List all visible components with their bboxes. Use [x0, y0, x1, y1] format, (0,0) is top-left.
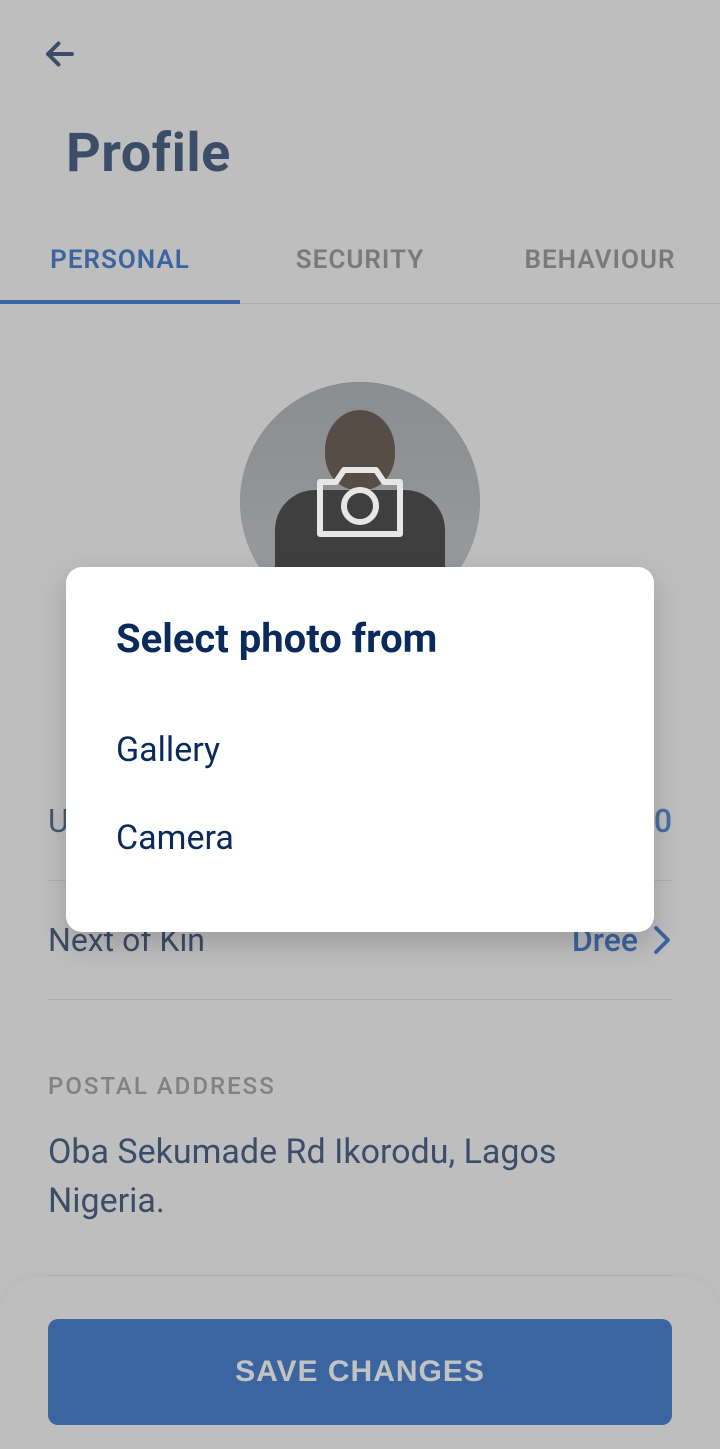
option-gallery[interactable]: Gallery: [116, 706, 604, 794]
select-photo-dialog: Select photo from Gallery Camera: [66, 567, 654, 932]
profile-screen: Profile PERSONAL SECURITY BEHAVIOUR U 0 …: [0, 0, 720, 1449]
camera-icon: [312, 462, 408, 542]
dialog-title: Select photo from: [116, 615, 604, 662]
option-camera[interactable]: Camera: [116, 794, 604, 882]
